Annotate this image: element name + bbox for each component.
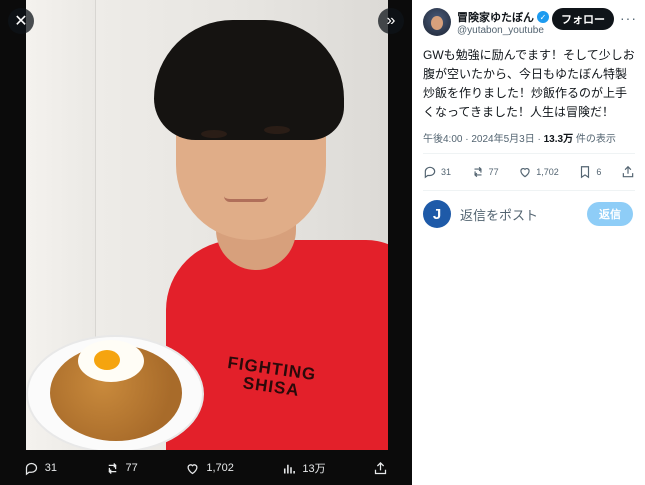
expand-button[interactable]: » <box>378 8 404 34</box>
like-button[interactable]: 1,702 <box>185 461 234 476</box>
verified-badge-icon: ✓ <box>537 11 549 23</box>
reply-icon <box>25 462 37 475</box>
current-user-avatar[interactable]: J <box>423 200 451 228</box>
like-button[interactable]: 1,702 <box>518 165 559 179</box>
heart-icon <box>187 463 198 474</box>
bookmark-icon <box>581 166 590 179</box>
repost-button[interactable]: 77 <box>105 461 138 476</box>
post-actions: 31 77 1,702 6 <box>423 162 635 182</box>
reply-submit-button[interactable]: 返信 <box>587 202 633 226</box>
post-text: GWも勉強に励んでます！そして少しお腹が空いたから、今日もゆたぼん特製炒飯を作り… <box>423 48 635 119</box>
divider <box>423 190 635 191</box>
chevron-double-right-icon: » <box>386 12 396 29</box>
display-name[interactable]: 冒険家ゆたぼん ✓ <box>457 9 549 25</box>
divider <box>423 153 635 154</box>
close-button[interactable]: ✕ <box>8 8 34 34</box>
media-area: FIGHTING SHISA ✕ » 31 77 1,702 13万 <box>0 0 412 485</box>
repost-icon <box>108 462 117 474</box>
reply-icon <box>424 166 436 179</box>
share-button[interactable] <box>621 165 635 179</box>
avatar[interactable] <box>423 8 451 36</box>
share-icon <box>622 165 634 178</box>
post-photo[interactable]: FIGHTING SHISA <box>26 0 388 450</box>
post-detail-panel: 冒険家ゆたぼん ✓ @yutabon_youtube フォロー ··· GWも勉… <box>412 0 645 485</box>
share-button[interactable] <box>373 461 388 476</box>
share-icon <box>375 461 387 474</box>
analytics-icon <box>284 464 296 473</box>
close-icon: ✕ <box>14 13 28 30</box>
follow-button[interactable]: フォロー <box>552 8 614 30</box>
post-meta: 午後4:00 · 2024年5月3日 · 13.3万 件の表示 <box>423 134 616 145</box>
reply-input[interactable]: 返信をポスト <box>460 205 538 224</box>
reply-button[interactable]: 31 <box>24 461 57 476</box>
media-action-bar: 31 77 1,702 13万 <box>0 451 412 485</box>
reply-button[interactable]: 31 <box>423 165 451 179</box>
more-options-icon[interactable]: ··· <box>620 10 637 26</box>
bookmark-button[interactable]: 6 <box>578 165 601 179</box>
repost-icon <box>473 166 482 178</box>
views-button[interactable]: 13万 <box>281 460 326 476</box>
view-count: 13.3万 <box>543 134 574 145</box>
post-viewer: FIGHTING SHISA ✕ » 31 77 1,702 13万 冒険家ゆた… <box>0 0 645 485</box>
heart-icon <box>520 168 530 178</box>
user-handle[interactable]: @yutabon_youtube <box>457 25 547 36</box>
repost-button[interactable]: 77 <box>471 165 499 179</box>
post-timestamp[interactable]: 午後4:00 · 2024年5月3日 · <box>423 134 544 145</box>
